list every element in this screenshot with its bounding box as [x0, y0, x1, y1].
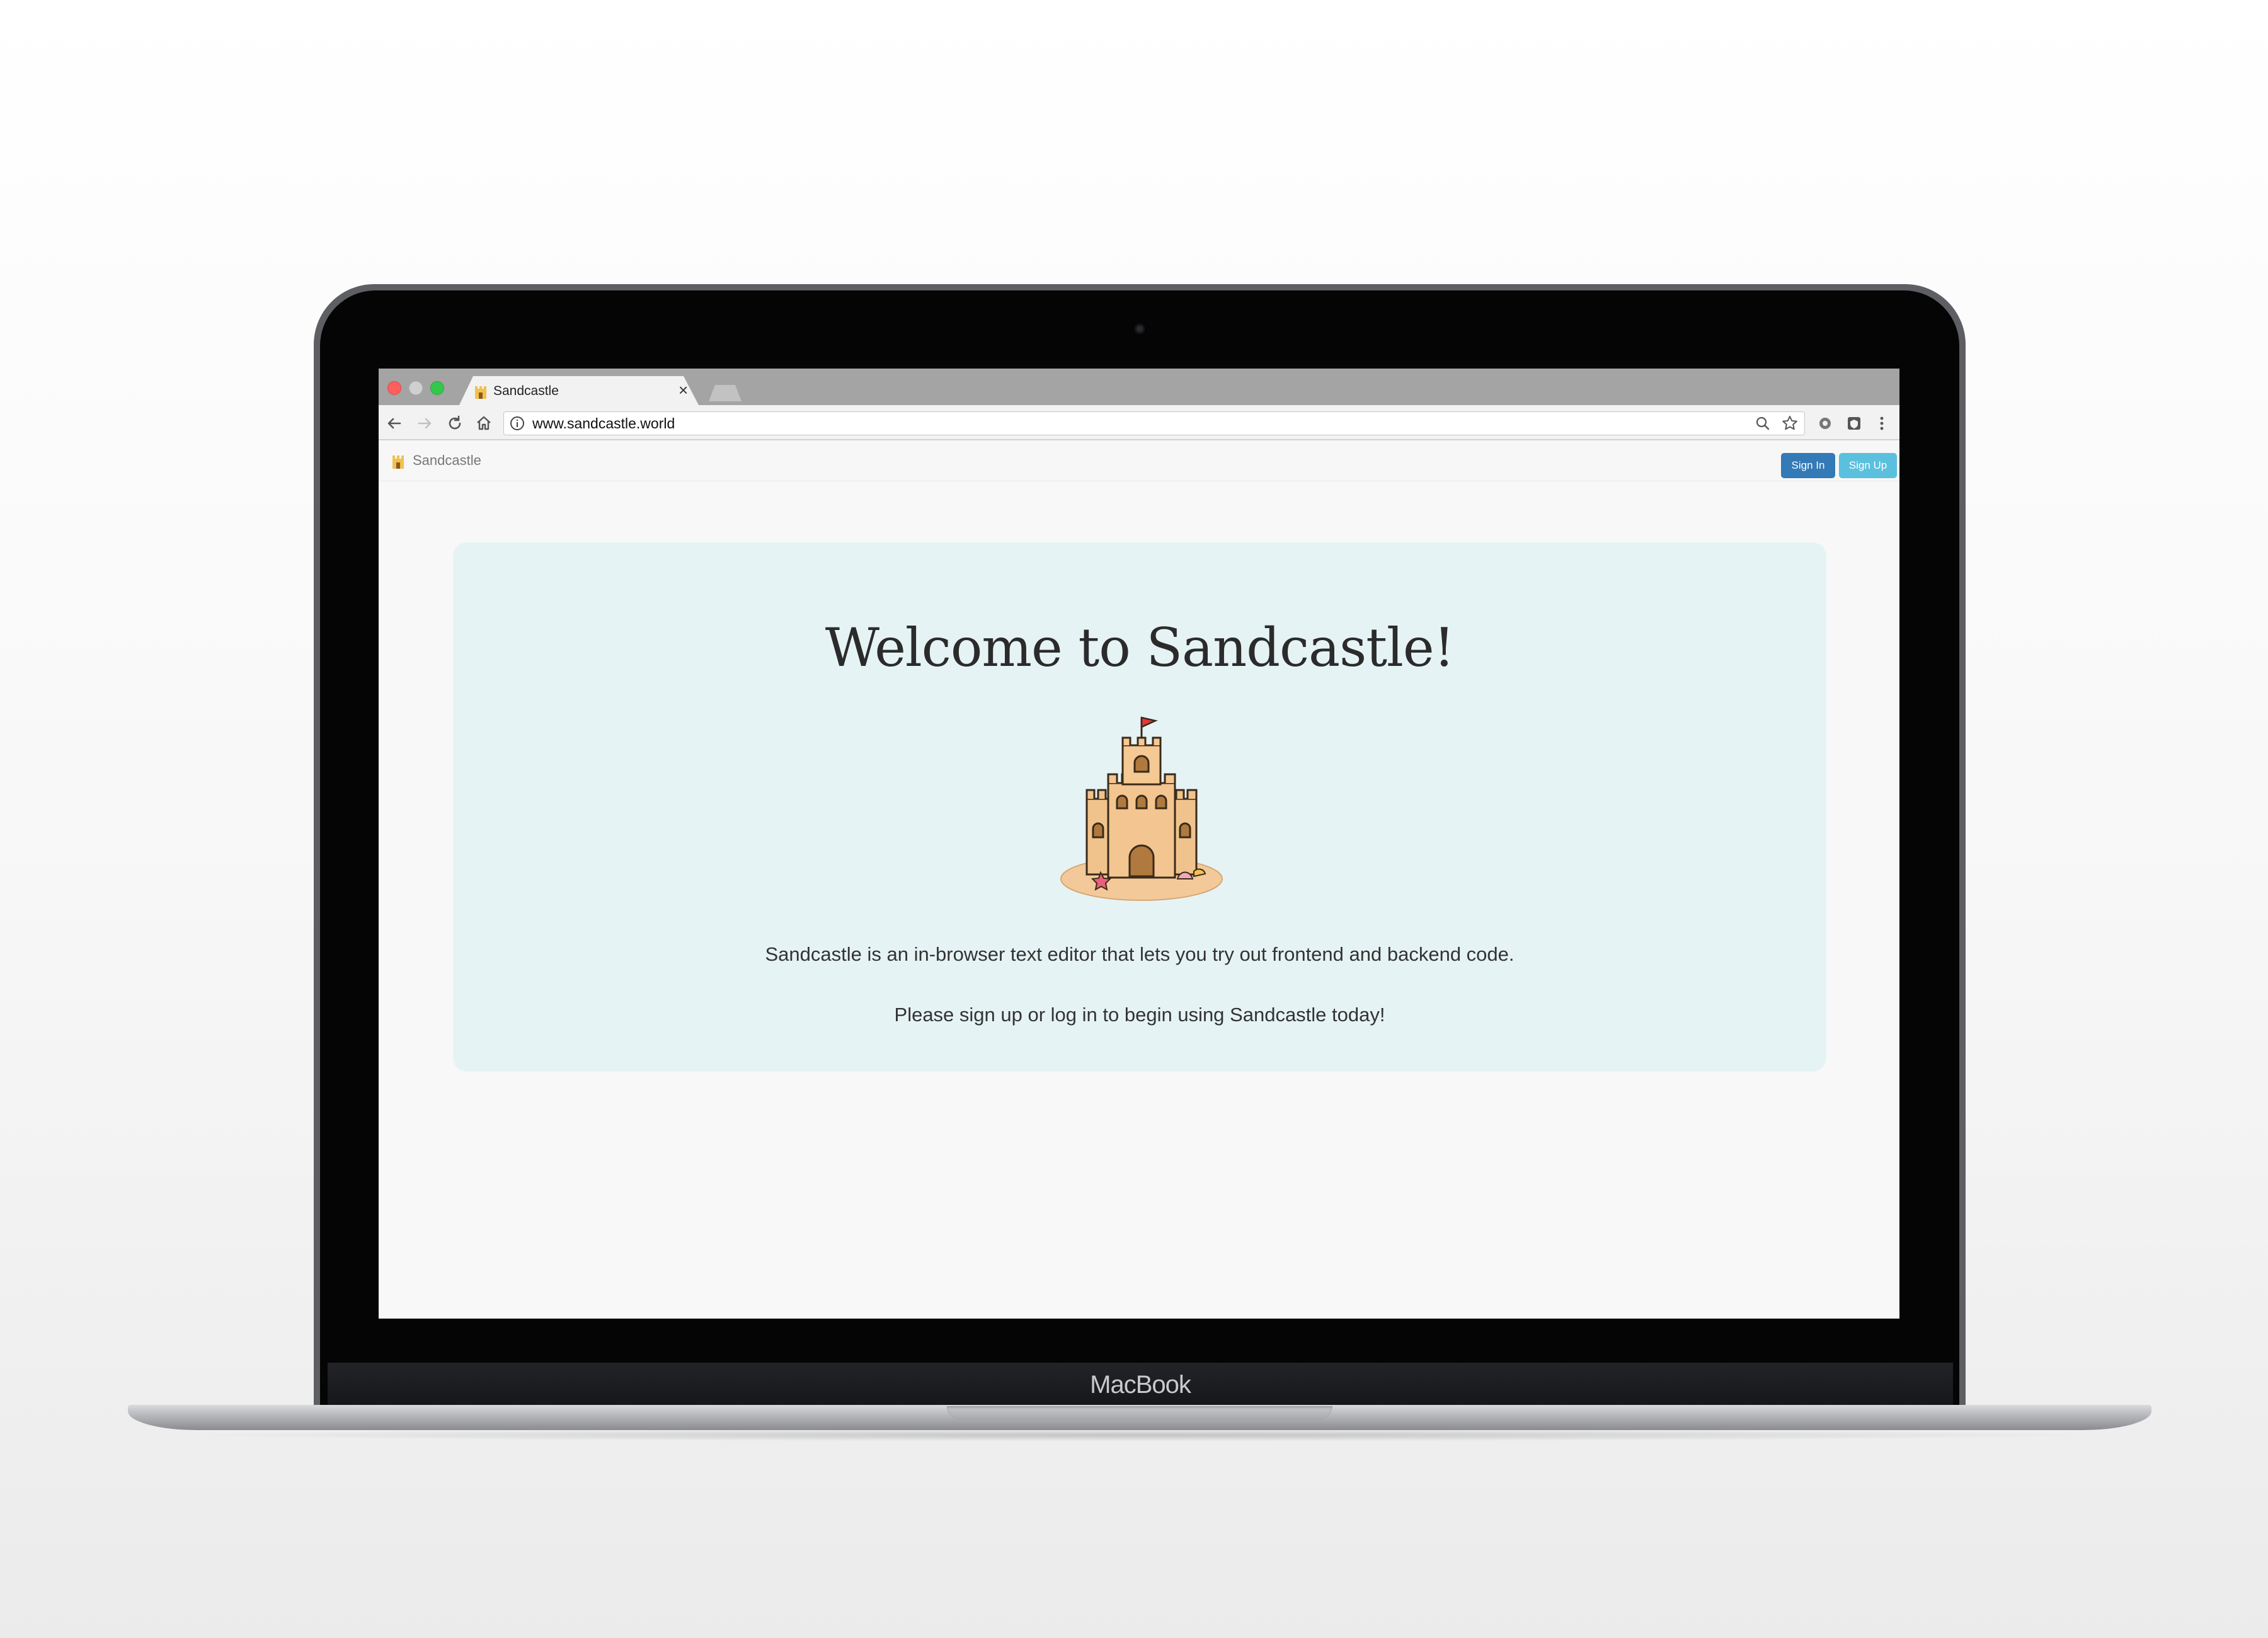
site-navbar — [379, 440, 1899, 481]
menu-dots-icon[interactable] — [1877, 415, 1887, 432]
info-icon[interactable] — [510, 416, 525, 431]
magnifier-icon[interactable] — [1755, 415, 1771, 432]
camera-icon — [1135, 324, 1145, 334]
arrow-right-icon[interactable] — [414, 413, 435, 434]
screen: Sandcastle × www.sandcastle.world Sandca… — [379, 369, 1899, 1319]
tab-title: Sandcastle — [493, 384, 559, 398]
tab-close-icon[interactable]: × — [679, 381, 688, 399]
extension-gear-icon[interactable] — [1816, 415, 1834, 432]
device-brand-label: MacBook — [1090, 1371, 1191, 1399]
star-icon[interactable] — [1781, 415, 1799, 432]
sandcastle-favicon-icon — [475, 386, 486, 399]
home-icon[interactable] — [473, 413, 495, 434]
maximize-window-button[interactable] — [430, 381, 444, 395]
laptop-shadow — [164, 1429, 2117, 1441]
extension-shield-icon[interactable] — [1845, 415, 1863, 432]
laptop-notch — [947, 1406, 1332, 1420]
close-window-button[interactable] — [387, 381, 401, 395]
hero-description: Sandcastle is an in-browser text editor … — [765, 943, 1515, 965]
address-bar[interactable] — [503, 411, 1805, 435]
hero-call-to-action: Please sign up or log in to begin using … — [894, 1004, 1385, 1026]
sign-up-button[interactable]: Sign Up — [1839, 453, 1897, 478]
sign-in-button[interactable]: Sign In — [1781, 453, 1835, 478]
sandcastle-illustration — [1060, 716, 1223, 901]
reload-icon[interactable] — [444, 413, 466, 434]
url-text[interactable]: www.sandcastle.world — [532, 414, 675, 433]
sandcastle-logo-icon[interactable] — [391, 453, 405, 469]
page-title: Welcome to Sandcastle! — [825, 617, 1455, 679]
arrow-left-icon[interactable] — [384, 413, 405, 434]
site-brand-link[interactable]: Sandcastle — [413, 451, 481, 470]
minimize-window-button[interactable] — [409, 381, 423, 395]
